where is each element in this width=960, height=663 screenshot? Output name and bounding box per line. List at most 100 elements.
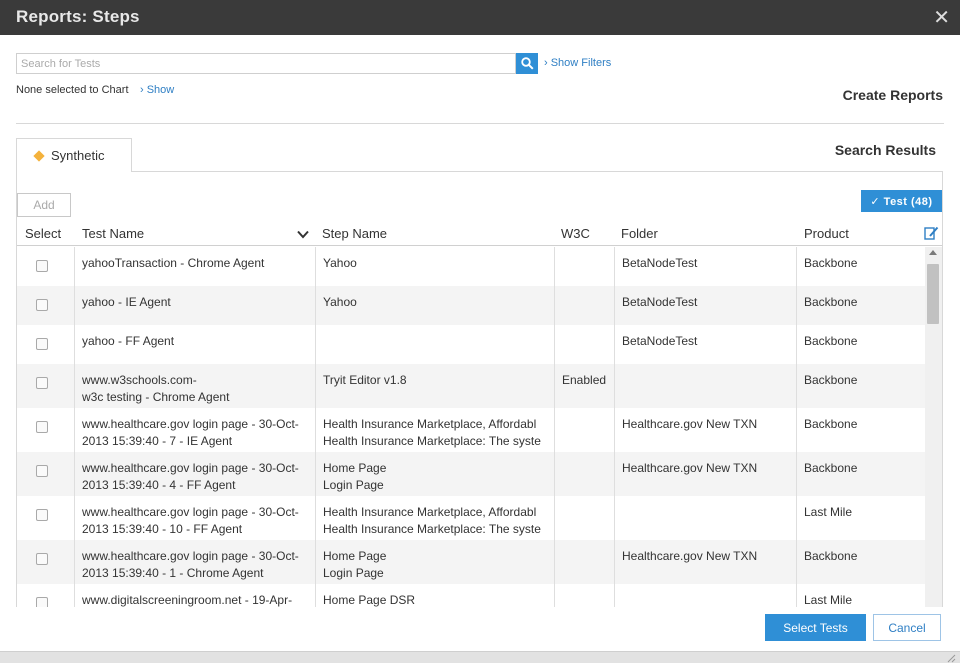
product-cell-text: Backbone	[804, 373, 858, 387]
test-name-cell-text: 2013 15:39:40 - 7 - IE Agent	[82, 434, 233, 448]
step-name-cell-text: Yahoo	[323, 256, 357, 270]
folder-cell: Healthcare.gov New TXN	[615, 452, 797, 496]
step-name-cell-text: Tryit Editor v1.8	[323, 373, 407, 387]
table-row[interactable]: yahoo - FF Agent BetaNodeTest Backbone	[17, 325, 925, 364]
test-name-cell: www.healthcare.gov login page - 30-Oct- 2…	[75, 496, 316, 540]
step-name-cell-text: Health Insurance Marketplace, Affordabl	[323, 417, 537, 431]
search-input[interactable]	[16, 53, 516, 74]
table-row[interactable]: www.healthcare.gov login page - 30-Oct- 2…	[17, 408, 925, 452]
test-name-cell: yahoo - FF Agent	[75, 325, 316, 364]
folder-cell: BetaNodeTest	[615, 325, 797, 364]
column-header-select[interactable]: Select	[25, 226, 61, 241]
product-cell-text: Last Mile	[804, 593, 853, 607]
step-name-cell: Home Page Login Page	[316, 540, 555, 584]
product-cell: Backbone	[797, 286, 925, 325]
test-name-cell-text: 2013 15:39:40 - 10 - FF Agent	[82, 522, 243, 536]
test-name-cell-text: www.healthcare.gov login page - 30-Oct-	[82, 549, 299, 563]
table-row[interactable]: www.w3schools.com-w3c testing - Chrome A…	[17, 364, 925, 408]
folder-cell: BetaNodeTest	[615, 247, 797, 286]
test-name-cell: yahoo - IE Agent	[75, 286, 316, 325]
scrollbar-thumb[interactable]	[927, 264, 939, 324]
w3c-cell	[555, 325, 615, 364]
folder-cell	[615, 364, 797, 408]
step-name-cell-text: Login Page	[323, 566, 384, 580]
folder-cell: Healthcare.gov New TXN	[615, 540, 797, 584]
resize-grip-icon[interactable]	[947, 652, 956, 663]
test-name-cell-text: yahoo - IE Agent	[82, 295, 171, 309]
step-name-cell-text: Health Insurance Marketplace: The syste	[323, 522, 541, 536]
select-cell	[17, 540, 75, 584]
w3c-cell-text: Enabled	[562, 373, 607, 387]
select-tests-button[interactable]: Select Tests	[765, 614, 866, 641]
table-row[interactable]: yahooTransaction - Chrome Agent Yahoo Beta…	[17, 247, 925, 286]
close-icon[interactable]: ✕	[933, 5, 950, 30]
step-name-cell-text: Yahoo	[323, 295, 357, 309]
select-cell	[17, 496, 75, 540]
select-cell	[17, 286, 75, 325]
show-chart-link[interactable]: › Show	[140, 84, 174, 96]
folder-cell-text: Healthcare.gov New TXN	[622, 549, 758, 563]
table-row[interactable]: www.healthcare.gov login page - 30-Oct- 2…	[17, 452, 925, 496]
folder-cell	[615, 496, 797, 540]
table-row[interactable]: www.digitalscreeningroom.net - 19-Apr- Ho…	[17, 584, 925, 607]
column-header-folder[interactable]: Folder	[621, 226, 658, 241]
search-button[interactable]	[516, 53, 538, 74]
table-row[interactable]: www.healthcare.gov login page - 30-Oct- 2…	[17, 496, 925, 540]
select-cell	[17, 584, 75, 607]
product-cell: Backbone	[797, 540, 925, 584]
test-count-badge[interactable]: ✓ Test (48)	[861, 190, 942, 212]
test-name-cell-text: w3c testing - Chrome Agent	[82, 390, 230, 404]
product-cell: Backbone	[797, 364, 925, 408]
step-name-cell: Health Insurance Marketplace, Affordabl H…	[316, 496, 555, 540]
product-cell: Backbone	[797, 247, 925, 286]
w3c-cell	[555, 540, 615, 584]
column-header-test-name[interactable]: Test Name	[82, 226, 144, 241]
folder-cell: Healthcare.gov New TXN	[615, 408, 797, 452]
step-name-cell: Yahoo	[316, 247, 555, 286]
w3c-cell	[555, 247, 615, 286]
table-row[interactable]: www.healthcare.gov login page - 30-Oct- 2…	[17, 540, 925, 584]
folder-cell-text: BetaNodeTest	[622, 334, 698, 348]
test-name-cell: www.digitalscreeningroom.net - 19-Apr-	[75, 584, 316, 607]
show-filters-link[interactable]: › Show Filters	[544, 57, 611, 69]
step-name-cell-text: Home Page	[323, 549, 387, 563]
product-cell: Backbone	[797, 452, 925, 496]
select-cell	[17, 408, 75, 452]
tab-synthetic[interactable]: Synthetic	[16, 138, 132, 172]
column-header-w3c[interactable]: W3C	[561, 226, 590, 241]
test-name-cell-text: yahooTransaction - Chrome Agent	[82, 256, 265, 270]
search-results-heading: Search Results	[834, 142, 936, 158]
select-cell	[17, 452, 75, 496]
step-name-cell: Home Page Login Page	[316, 452, 555, 496]
cancel-button[interactable]: Cancel	[873, 614, 941, 641]
select-cell	[17, 325, 75, 364]
test-name-cell: www.healthcare.gov login page - 30-Oct- 2…	[75, 540, 316, 584]
product-cell-text: Backbone	[804, 417, 858, 431]
table-row[interactable]: yahoo - IE Agent Yahoo BetaNodeTest Backbon…	[17, 286, 925, 325]
add-button[interactable]: Add	[17, 193, 71, 217]
table-header: Select Test Name Step Name W3C Folder Pr…	[17, 224, 942, 246]
test-name-cell-text: 2013 15:39:40 - 4 - FF Agent	[82, 478, 236, 492]
w3c-cell	[555, 496, 615, 540]
diamond-icon	[33, 149, 45, 162]
divider	[16, 123, 944, 124]
scroll-up-arrow-icon[interactable]	[929, 250, 937, 255]
dialog-title: Reports: Steps	[16, 7, 140, 26]
step-name-cell	[316, 325, 555, 364]
results-table-body: yahooTransaction - Chrome Agent Yahoo Beta…	[17, 247, 925, 607]
product-cell-text: Backbone	[804, 461, 858, 475]
test-name-cell: www.healthcare.gov login page - 30-Oct- 2…	[75, 452, 316, 496]
column-header-product[interactable]: Product	[804, 226, 849, 241]
column-header-step-name[interactable]: Step Name	[322, 226, 387, 241]
product-cell: Backbone	[797, 325, 925, 364]
folder-cell	[615, 584, 797, 607]
folder-cell-text: Healthcare.gov New TXN	[622, 417, 758, 431]
test-name-cell-text: www.healthcare.gov login page - 30-Oct-	[82, 461, 299, 475]
select-cell	[17, 247, 75, 286]
step-name-cell-text: Health Insurance Marketplace, Affordabl	[323, 505, 537, 519]
chevron-down-icon[interactable]	[297, 228, 309, 242]
step-name-cell-text: Login Page	[323, 478, 384, 492]
test-name-cell-text: www.digitalscreeningroom.net - 19-Apr-	[82, 593, 293, 607]
edit-columns-icon[interactable]	[924, 226, 939, 244]
w3c-cell	[555, 286, 615, 325]
